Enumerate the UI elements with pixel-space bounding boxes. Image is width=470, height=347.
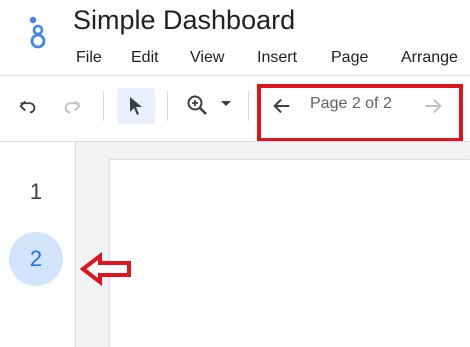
arrow-right-icon[interactable] [419, 92, 447, 120]
page-thumbnail-2[interactable]: 2 [9, 232, 63, 286]
menu-page[interactable]: Page [331, 49, 368, 67]
app-title[interactable]: Simple Dashboard [73, 5, 295, 36]
undo-icon[interactable] [14, 92, 42, 120]
menu-edit[interactable]: Edit [131, 49, 159, 67]
page-thumbnail-1[interactable]: 1 [11, 167, 61, 217]
cursor-arrow-icon[interactable] [117, 88, 155, 124]
menu-insert[interactable]: Insert [257, 49, 297, 67]
toolbar-separator [167, 91, 168, 121]
menu-view[interactable]: View [190, 49, 224, 67]
caret-down-icon[interactable] [218, 96, 234, 112]
report-page-canvas[interactable] [110, 160, 470, 347]
toolbar-divider [0, 75, 470, 76]
toolbar-separator [248, 91, 249, 121]
redo-icon[interactable] [58, 92, 86, 120]
toolbar-separator [103, 91, 104, 121]
looker-studio-logo-icon[interactable] [26, 14, 50, 50]
menu-arrange[interactable]: Arrange [401, 49, 458, 67]
arrow-left-icon[interactable] [268, 92, 296, 120]
zoom-in-icon[interactable] [182, 90, 212, 120]
page-indicator: Page 2 of 2 [310, 95, 392, 112]
menu-file[interactable]: File [76, 49, 102, 67]
